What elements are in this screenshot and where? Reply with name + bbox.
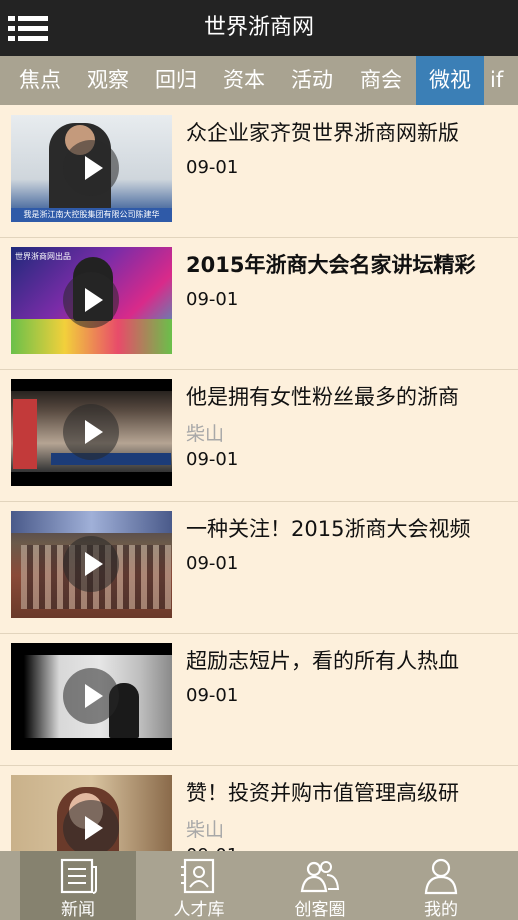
category-tabs: 焦点 观察 回归 资本 活动 商会 微视 if — [0, 56, 518, 105]
tab-capital[interactable]: 资本 — [210, 56, 278, 105]
list-item[interactable]: 他是拥有女性粉丝最多的浙商 柴山 09-01 — [0, 369, 518, 502]
list-item[interactable]: 我是浙江南大控股集团有限公司陈建华 众企业家齐贺世界浙商网新版 09-01 — [0, 105, 518, 238]
list-item[interactable]: 赞！投资并购市值管理高级研 柴山 09-01 — [0, 765, 518, 851]
video-thumbnail[interactable] — [11, 379, 172, 486]
nav-profile[interactable]: 我的 — [383, 851, 499, 920]
news-icon — [60, 858, 97, 894]
item-title[interactable]: 超励志短片，看的所有人热血 — [186, 645, 506, 675]
tab-focus[interactable]: 焦点 — [6, 56, 74, 105]
tab-events[interactable]: 活动 — [278, 56, 346, 105]
item-title[interactable]: 一种关注！2015浙商大会视频 — [186, 513, 506, 543]
item-date: 09-01 — [186, 685, 239, 706]
item-date: 09-01 — [186, 449, 239, 470]
nav-label: 人才库 — [173, 900, 225, 920]
video-list: 我是浙江南大控股集团有限公司陈建华 众企业家齐贺世界浙商网新版 09-01 世界… — [0, 105, 518, 851]
play-icon[interactable] — [63, 536, 119, 592]
play-icon[interactable] — [63, 404, 119, 460]
page-title: 世界浙商网 — [203, 15, 314, 40]
item-date: 09-01 — [186, 553, 239, 574]
nav-community[interactable]: 创客圈 — [262, 851, 378, 920]
nav-label: 我的 — [424, 900, 458, 920]
tab-micro-video[interactable]: 微视 — [416, 56, 484, 105]
thumbnail-caption: 世界浙商网出品 — [15, 252, 71, 261]
item-author: 柴山 — [186, 819, 225, 841]
play-icon[interactable] — [63, 272, 119, 328]
bottom-nav: 新闻 人才库 创客圈 我的 — [0, 851, 518, 920]
video-thumbnail[interactable] — [11, 643, 172, 750]
talent-icon — [181, 858, 215, 894]
item-title[interactable]: 赞！投资并购市值管理高级研 — [186, 777, 506, 807]
video-thumbnail[interactable] — [11, 511, 172, 618]
nav-talent[interactable]: 人才库 — [141, 851, 257, 920]
community-icon — [300, 861, 340, 893]
item-title[interactable]: 2015年浙商大会名家讲坛精彩 — [186, 249, 506, 279]
item-title[interactable]: 他是拥有女性粉丝最多的浙商 — [186, 381, 506, 411]
play-icon[interactable] — [63, 668, 119, 724]
video-thumbnail[interactable] — [11, 775, 172, 851]
item-title[interactable]: 众企业家齐贺世界浙商网新版 — [186, 117, 506, 147]
item-date: 09-01 — [186, 289, 239, 310]
item-author: 柴山 — [186, 423, 225, 445]
tab-chamber[interactable]: 商会 — [346, 56, 416, 105]
play-icon[interactable] — [63, 800, 119, 851]
nav-label: 创客圈 — [294, 900, 346, 920]
nav-label: 新闻 — [61, 900, 95, 920]
item-date: 09-01 — [186, 157, 239, 178]
tab-more[interactable]: if — [490, 56, 518, 105]
profile-icon — [424, 858, 458, 895]
video-thumbnail[interactable]: 我是浙江南大控股集团有限公司陈建华 — [11, 115, 172, 222]
video-thumbnail[interactable]: 世界浙商网出品 — [11, 247, 172, 354]
thumbnail-caption: 我是浙江南大控股集团有限公司陈建华 — [11, 208, 172, 222]
tab-return[interactable]: 回归 — [142, 56, 210, 105]
top-bar: 世界浙商网 — [0, 0, 518, 56]
nav-news[interactable]: 新闻 — [20, 851, 136, 920]
play-icon[interactable] — [63, 140, 119, 196]
list-item[interactable]: 一种关注！2015浙商大会视频 09-01 — [0, 501, 518, 634]
tab-observe[interactable]: 观察 — [74, 56, 142, 105]
list-item[interactable]: 超励志短片，看的所有人热血 09-01 — [0, 633, 518, 766]
list-item[interactable]: 世界浙商网出品 2015年浙商大会名家讲坛精彩 09-01 — [0, 237, 518, 370]
